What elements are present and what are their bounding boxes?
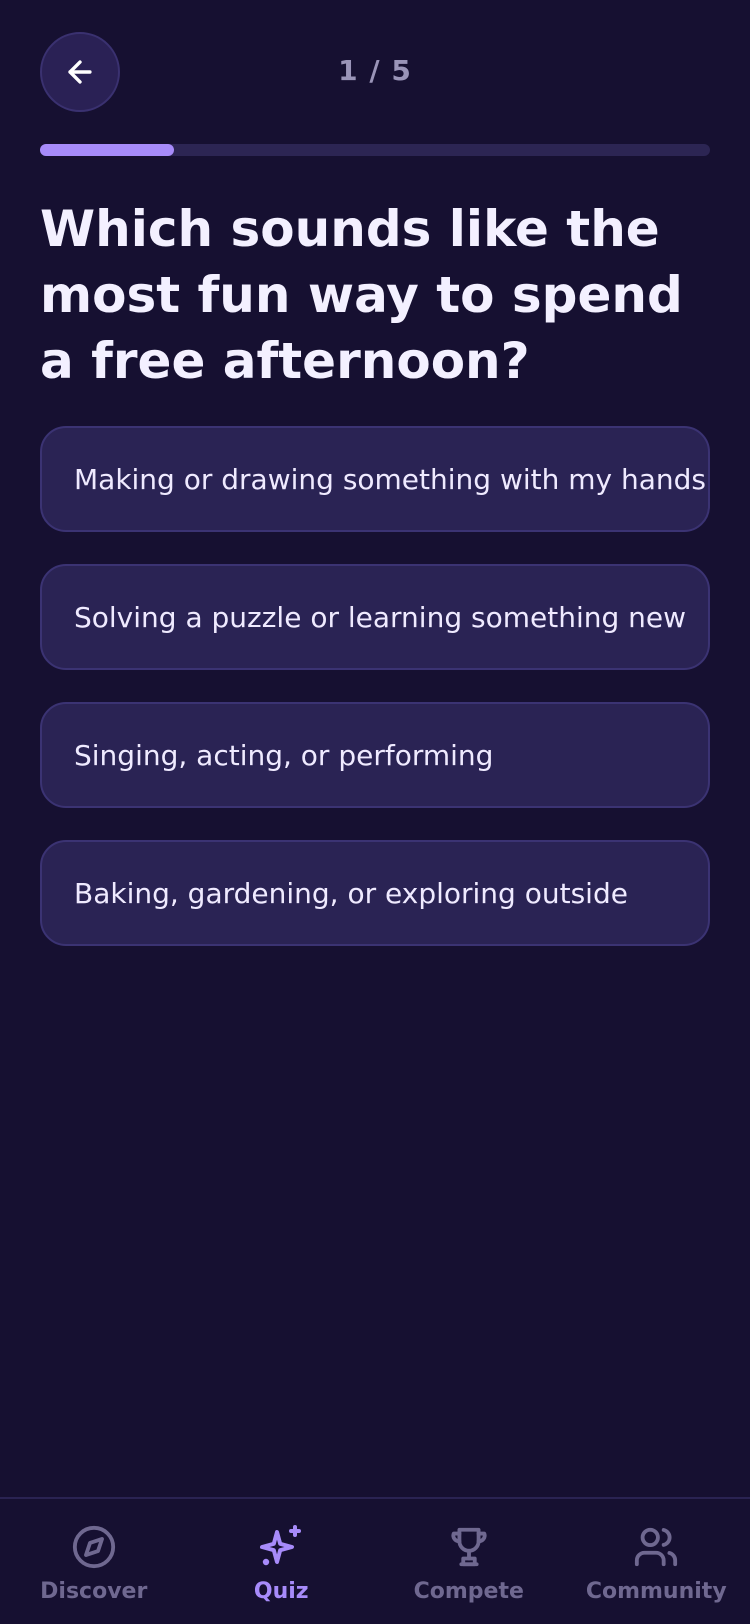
answer-option[interactable]: Singing, acting, or performing — [40, 702, 710, 808]
answer-option-label: Baking, gardening, or exploring outside — [74, 876, 628, 910]
bottom-nav: Discover Quiz Compete Community — [0, 1497, 750, 1624]
nav-item-compete[interactable]: Compete — [375, 1499, 563, 1624]
users-icon — [632, 1523, 680, 1571]
progress-bar — [40, 144, 710, 156]
question-counter: 1 / 5 — [338, 54, 412, 87]
header: 1 / 5 — [0, 0, 750, 140]
answer-option[interactable]: Baking, gardening, or exploring outside — [40, 840, 710, 946]
trophy-icon — [445, 1523, 493, 1571]
answer-option[interactable]: Making or drawing something with my hand… — [40, 426, 710, 532]
nav-label-quiz: Quiz — [253, 1579, 309, 1604]
question-title: Which sounds like the most fun way to sp… — [40, 200, 683, 390]
compass-icon — [70, 1523, 118, 1571]
answer-option[interactable]: Solving a puzzle or learning something n… — [40, 564, 710, 670]
nav-item-community[interactable]: Community — [563, 1499, 750, 1624]
quiz-screen: 1 / 5 Which sounds like the most fun way… — [0, 0, 750, 1624]
answer-option-label: Making or drawing something with my hand… — [74, 462, 707, 496]
progress-fill — [40, 144, 174, 156]
answer-option-label: Solving a puzzle or learning something n… — [74, 600, 687, 634]
nav-label-discover: Discover — [40, 1579, 148, 1604]
nav-label-community: Community — [585, 1579, 727, 1604]
nav-item-quiz[interactable]: Quiz — [188, 1499, 376, 1624]
nav-label-compete: Compete — [413, 1579, 524, 1604]
answer-options: Making or drawing something with my hand… — [40, 426, 710, 978]
nav-item-discover[interactable]: Discover — [0, 1499, 188, 1624]
answer-option-label: Singing, acting, or performing — [74, 738, 494, 772]
sparkles-icon — [257, 1523, 305, 1571]
